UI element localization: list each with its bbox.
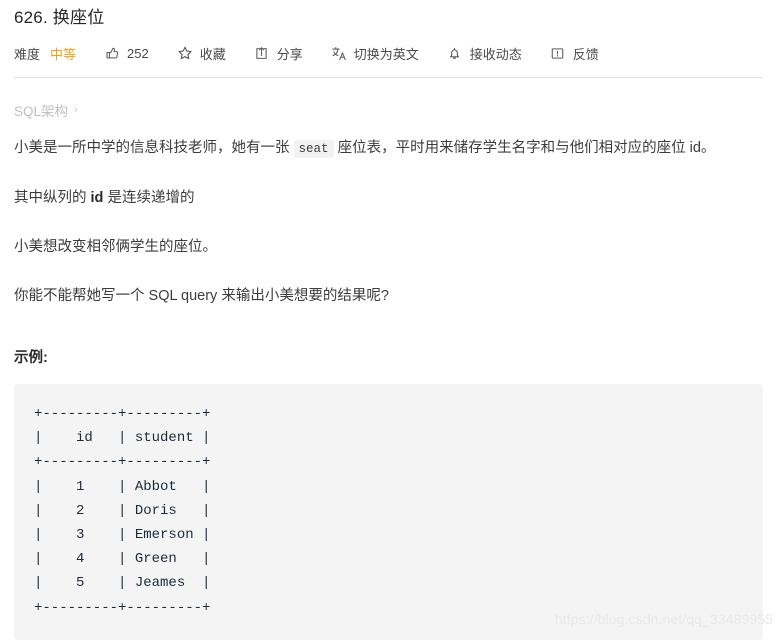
description-paragraph-4: 你能不能帮她写一个 SQL query 来输出小美想要的结果呢? — [14, 288, 389, 304]
star-icon — [177, 45, 193, 61]
para2-text-after: 是连续递增的 — [103, 190, 195, 206]
problem-description: 小美是一所中学的信息科技老师，她有一张 seat 座位表，平时用来储存学生名字和… — [14, 134, 763, 310]
like-count: 252 — [127, 45, 149, 61]
like-button[interactable]: 252 — [104, 43, 149, 63]
para1-text-before: 小美是一所中学的信息科技老师，她有一张 — [14, 140, 294, 156]
subscribe-label: 接收动态 — [469, 46, 522, 62]
thumbs-up-icon — [104, 45, 120, 61]
description-paragraph-3: 小美想改变相邻俩学生的座位。 — [14, 239, 217, 255]
feedback-button[interactable]: 反馈 — [550, 43, 599, 63]
bell-icon — [447, 45, 463, 61]
feedback-icon — [550, 45, 566, 61]
inline-code-seat: seat — [293, 140, 334, 158]
difficulty-indicator: 难度 中等 — [14, 43, 76, 63]
problem-page: 626. 换座位 难度 中等 252 收藏 分享 切换为英文 接收动态 反馈 S… — [0, 0, 777, 640]
sql-schema-label: SQL架构 — [14, 104, 69, 119]
sql-schema-link[interactable]: SQL架构 › — [14, 100, 763, 120]
difficulty-label: 难度 — [14, 46, 41, 62]
description-paragraph-1: 小美是一所中学的信息科技老师，她有一张 seat 座位表，平时用来储存学生名字和… — [14, 134, 759, 163]
chevron-right-icon: › — [74, 103, 78, 116]
keyword-id: id — [90, 190, 104, 206]
feedback-label: 反馈 — [572, 46, 599, 62]
favorite-button[interactable]: 收藏 — [177, 43, 226, 63]
problem-toolbar: 难度 中等 252 收藏 分享 切换为英文 接收动态 反馈 — [14, 38, 763, 68]
page-title: 626. 换座位 — [14, 8, 105, 27]
example-heading: 示例: — [14, 350, 48, 366]
header-divider — [14, 77, 763, 78]
description-paragraph-2: 其中纵列的 id 是连续递增的 — [14, 184, 759, 212]
share-icon — [254, 45, 270, 61]
share-label: 分享 — [276, 46, 303, 62]
example-code-block: +---------+---------+ | id | student | +… — [14, 384, 763, 640]
difficulty-value: 中等 — [50, 46, 77, 62]
para2-text-before: 其中纵列的 — [14, 190, 91, 206]
ascii-table: +---------+---------+ | id | student | +… — [34, 406, 211, 616]
translate-icon — [331, 45, 347, 61]
share-button[interactable]: 分享 — [254, 43, 303, 63]
subscribe-button[interactable]: 接收动态 — [447, 43, 522, 63]
favorite-label: 收藏 — [199, 46, 226, 62]
para1-text-after: 座位表，平时用来储存学生名字和与他们相对应的座位 id。 — [333, 140, 716, 156]
translate-label: 切换为英文 — [353, 46, 419, 62]
translate-button[interactable]: 切换为英文 — [331, 43, 419, 63]
